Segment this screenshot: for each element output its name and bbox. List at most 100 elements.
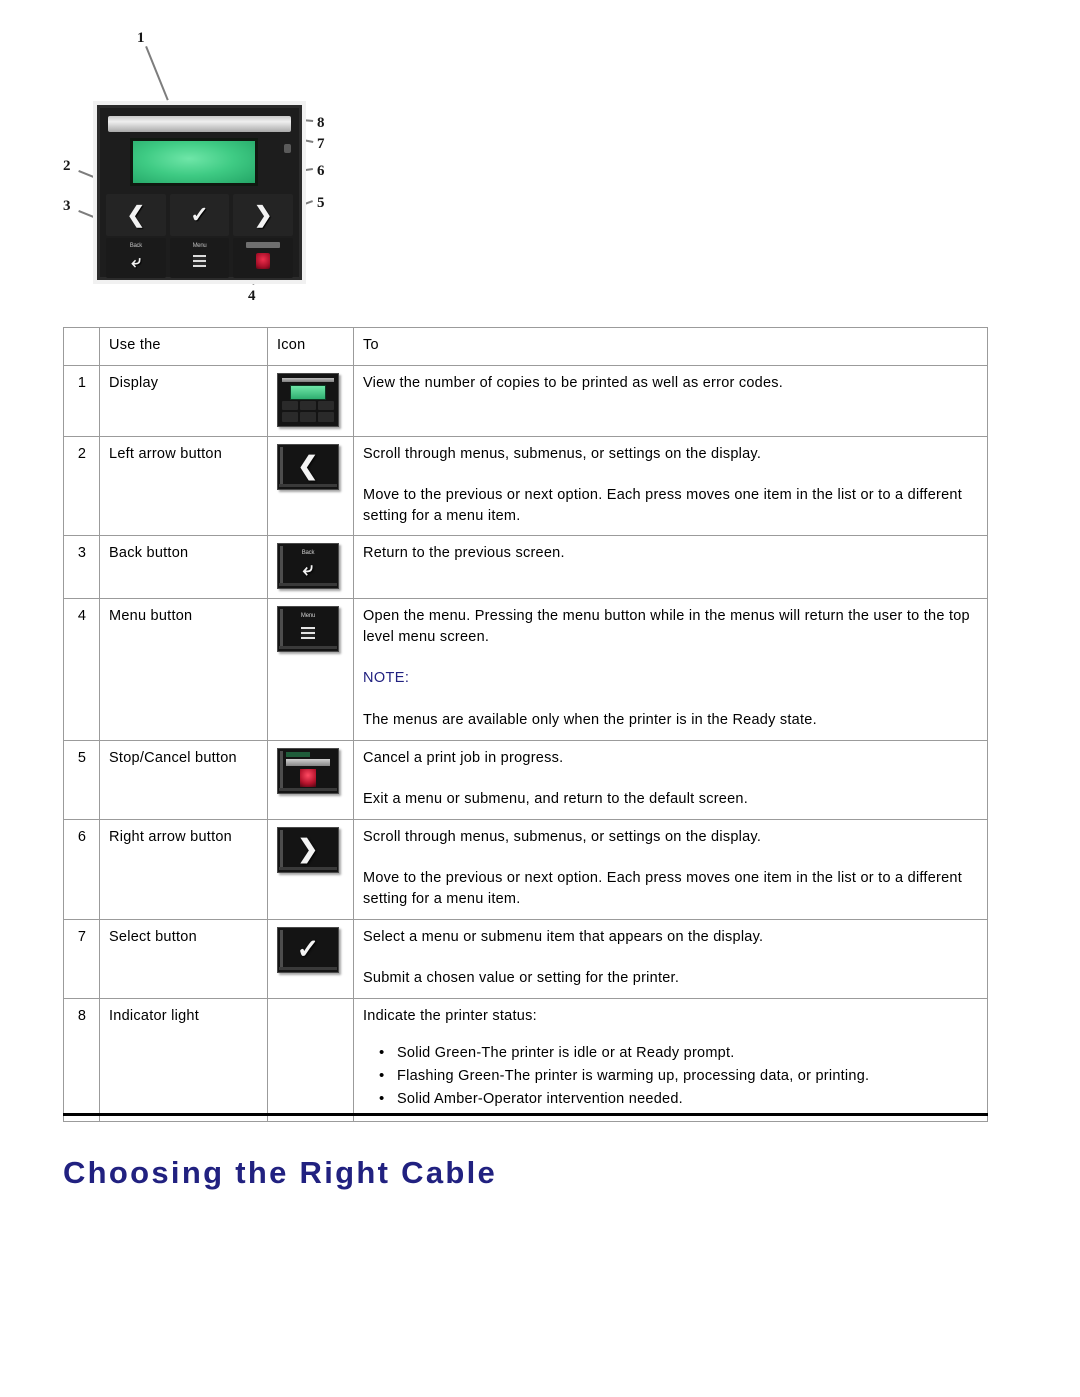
row-number: 2: [63, 435, 100, 537]
display-icon-screen: [290, 384, 326, 400]
check-icon: ✓: [190, 202, 209, 227]
panel-cancel-button[interactable]: [233, 238, 294, 278]
back-button-label: Back: [129, 243, 142, 249]
description-paragraph: Scroll through menus, submenus, or setti…: [363, 445, 762, 462]
list-item: Solid Green-The printer is idle or at Re…: [379, 1042, 979, 1064]
panel-button-row-bottom: Back ⤶ Menu: [106, 238, 294, 278]
row-number: 1: [63, 364, 100, 437]
row-description: Return to the previous screen.: [353, 535, 988, 600]
left-arrow-button-icon: ❮: [277, 443, 339, 490]
control-panel-display-icon: [277, 372, 339, 427]
row-label: Back button: [99, 535, 268, 600]
description-paragraph: Cancel a print job in progress.: [363, 749, 564, 766]
cancel-button-label: [246, 242, 281, 248]
row-number: 4: [63, 598, 100, 741]
table-row: 1 Display View the number of copies to b…: [63, 364, 988, 437]
panel-select-button[interactable]: ✓: [169, 194, 230, 236]
row-icon-cell: [267, 997, 354, 1123]
table-row: 7 Select button ✓ Select a menu or subme…: [63, 918, 988, 999]
note-body: The menus are available only when the pr…: [363, 712, 817, 729]
table-row: 4 Menu button Menu Open the menu. Pressi…: [63, 598, 988, 741]
menu-grid-icon: [193, 255, 206, 267]
header-use-the: Use the: [99, 327, 268, 366]
panel-right-arrow-button[interactable]: ❯: [233, 194, 294, 236]
header-number: [63, 327, 100, 366]
header-icon: Icon: [267, 327, 354, 366]
select-button-icon: ✓: [277, 926, 339, 973]
panel-menu-button[interactable]: Menu: [169, 238, 230, 278]
back-arrow-icon: ⤶: [302, 559, 314, 581]
row-icon-cell: ❮: [267, 435, 354, 537]
callout-6: 6: [317, 163, 325, 179]
callout-5: 5: [317, 195, 325, 211]
description-paragraph: Move to the previous or next option. Eac…: [363, 487, 963, 524]
indicator-status-list: Solid Green-The printer is idle or at Re…: [363, 1042, 979, 1110]
display-icon-trim: [282, 377, 334, 382]
panel-indicator-light: [284, 144, 291, 153]
row-icon-cell: Menu: [267, 598, 354, 741]
callout-1: 1: [137, 30, 145, 46]
row-number: 3: [63, 535, 100, 600]
panel-display: [130, 138, 258, 186]
cancel-led-icon: [256, 253, 271, 269]
row-description: View the number of copies to be printed …: [353, 364, 988, 437]
stop-cancel-button-icon: [277, 747, 339, 794]
description-paragraph: Indicate the printer status:: [363, 1007, 537, 1024]
row-icon-cell: Back ⤶: [267, 535, 354, 600]
display-icon-buttons: [282, 400, 334, 422]
control-panel-body: ❮ ✓ ❯ Back ⤶ Menu: [97, 105, 302, 280]
leader-line-1: [145, 46, 169, 101]
row-label: Display: [99, 364, 268, 437]
description-paragraph: Return to the previous screen.: [363, 545, 565, 562]
check-icon: ✓: [296, 934, 320, 965]
back-arrow-icon: ⤶: [131, 252, 141, 271]
description-paragraph: Select a menu or submenu item that appea…: [363, 928, 764, 945]
note-label: NOTE:: [363, 670, 410, 687]
section-divider: [63, 1113, 988, 1116]
row-label: Stop/Cancel button: [99, 739, 268, 820]
description-paragraph: Open the menu. Pressing the menu button …: [363, 608, 970, 645]
row-number: 7: [63, 918, 100, 999]
row-icon-cell: ✓: [267, 918, 354, 999]
callout-2: 2: [63, 158, 71, 174]
table-row: 8 Indicator light Indicate the printer s…: [63, 997, 988, 1123]
row-icon-cell: ❯: [267, 818, 354, 920]
left-arrow-icon: ❮: [126, 202, 146, 227]
menu-grid-icon: [278, 607, 338, 651]
right-arrow-button-icon: ❯: [277, 826, 339, 873]
header-to: To: [353, 327, 988, 366]
row-number: 5: [63, 739, 100, 820]
row-label: Indicator light: [99, 997, 268, 1123]
row-label: Menu button: [99, 598, 268, 741]
table-row: 5 Stop/Cancel button Cancel a print job …: [63, 739, 988, 820]
callout-8: 8: [317, 115, 325, 131]
row-icon-cell: [267, 739, 354, 820]
callout-4: 4: [248, 288, 256, 304]
menu-button-icon: Menu: [277, 606, 339, 653]
row-description: Select a menu or submenu item that appea…: [353, 918, 988, 999]
callout-7: 7: [317, 136, 325, 152]
menu-button-label: Menu: [192, 243, 207, 249]
panel-lcd-screen: [133, 141, 255, 183]
description-paragraph: Scroll through menus, submenus, or setti…: [363, 828, 762, 845]
callout-3: 3: [63, 198, 71, 214]
panel-back-button[interactable]: Back ⤶: [106, 238, 166, 278]
row-icon-cell: [267, 364, 354, 437]
list-item: Solid Amber-Operator intervention needed…: [379, 1088, 979, 1110]
row-description: Scroll through menus, submenus, or setti…: [353, 818, 988, 920]
row-label: Select button: [99, 918, 268, 999]
description-paragraph: Move to the previous or next option. Eac…: [363, 870, 963, 907]
description-paragraph: View the number of copies to be printed …: [363, 374, 784, 391]
panel-button-row-top: ❮ ✓ ❯: [106, 194, 294, 236]
cancel-led-icon: [300, 768, 316, 787]
left-arrow-icon: ❮: [297, 451, 319, 480]
control-panel-reference-table: Use the Icon To 1 Display View the numbe…: [63, 327, 988, 1123]
row-description: Scroll through menus, submenus, or setti…: [353, 435, 988, 537]
row-label: Right arrow button: [99, 818, 268, 920]
row-description: Open the menu. Pressing the menu button …: [353, 598, 988, 741]
row-number: 8: [63, 997, 100, 1123]
row-label: Left arrow button: [99, 435, 268, 537]
right-arrow-icon: ❯: [253, 202, 273, 227]
panel-left-arrow-button[interactable]: ❮: [106, 194, 166, 236]
right-arrow-icon: ❯: [297, 835, 319, 864]
